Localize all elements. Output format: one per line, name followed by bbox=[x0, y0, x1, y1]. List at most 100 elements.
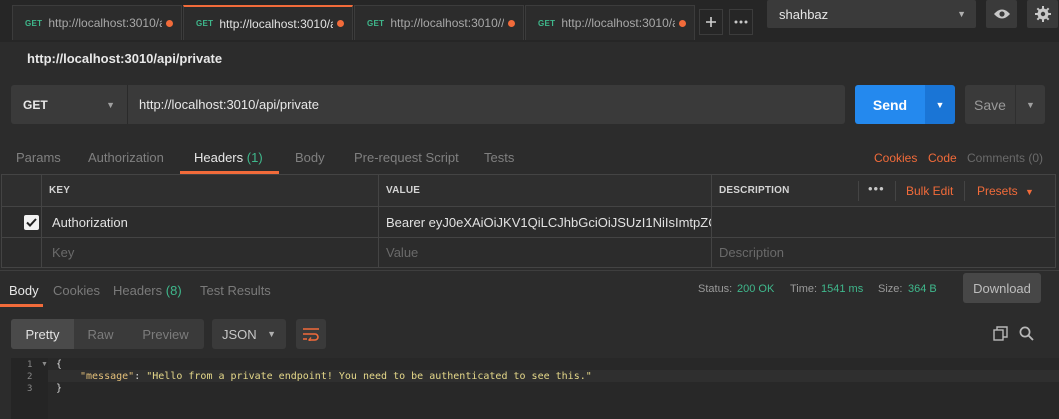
comments-link[interactable]: Comments (0) bbox=[967, 151, 1043, 165]
format-select[interactable]: JSON ▼ bbox=[212, 319, 286, 349]
presets-dropdown[interactable]: Presets ▼ bbox=[977, 184, 1034, 198]
more-dots-icon[interactable]: ••• bbox=[868, 181, 885, 196]
method-value: GET bbox=[23, 97, 48, 112]
line-number-gutter: 1 ▼ 2 3 bbox=[11, 358, 48, 419]
chevron-down-icon: ▼ bbox=[267, 329, 276, 339]
tab-headers[interactable]: Headers (1) bbox=[194, 150, 263, 165]
tab-url: http://localhost:3010/api/private bbox=[561, 16, 675, 30]
tab-url: http://localhost:3010/api/private bbox=[219, 16, 333, 31]
plus-icon bbox=[706, 17, 716, 27]
code-line: } bbox=[56, 383, 63, 394]
tab-options-button[interactable] bbox=[729, 9, 753, 35]
view-raw-button[interactable]: Raw bbox=[74, 319, 127, 349]
chevron-down-icon: ▼ bbox=[1026, 99, 1035, 110]
gear-icon bbox=[1034, 6, 1051, 22]
tab-params[interactable]: Params bbox=[16, 150, 61, 165]
environment-quick-look-button[interactable] bbox=[986, 0, 1017, 28]
active-tab-indicator bbox=[0, 304, 43, 307]
presets-label: Presets bbox=[977, 184, 1018, 198]
line-number: 3 bbox=[27, 384, 33, 394]
save-button[interactable]: Save bbox=[965, 85, 1015, 124]
view-preview-button[interactable]: Preview bbox=[127, 319, 204, 349]
tab-url: http://localhost:3010// bbox=[390, 16, 504, 30]
response-headers-count: (8) bbox=[165, 283, 182, 298]
format-value: JSON bbox=[222, 326, 257, 342]
tab-url: http://localhost:3010/api/private bbox=[48, 16, 162, 30]
response-tab-headers[interactable]: Headers (8) bbox=[113, 283, 182, 298]
copy-icon[interactable] bbox=[993, 326, 1008, 341]
search-icon[interactable] bbox=[1019, 326, 1034, 341]
line-number: 1 bbox=[27, 360, 33, 370]
response-headers-label: Headers bbox=[113, 283, 163, 298]
request-tab[interactable]: GET http://localhost:3010// bbox=[354, 5, 524, 40]
more-dots-icon bbox=[734, 20, 748, 24]
column-key-header: KEY bbox=[42, 175, 379, 206]
code-line: "message": "Hello from a private endpoin… bbox=[80, 371, 592, 382]
time-label: Time: bbox=[790, 283, 818, 295]
tab-headers-label: Headers bbox=[194, 150, 244, 165]
cookies-link[interactable]: Cookies bbox=[874, 151, 917, 165]
chevron-down-icon: ▼ bbox=[106, 99, 115, 110]
request-title: http://localhost:3010/api/private bbox=[27, 51, 223, 66]
unsaved-dot-icon bbox=[166, 19, 173, 27]
environment-settings-button[interactable] bbox=[1027, 0, 1058, 28]
new-key-input[interactable]: Key bbox=[42, 238, 379, 267]
response-divider bbox=[0, 270, 1059, 271]
environment-select[interactable]: shahbaz ▼ bbox=[767, 0, 976, 28]
json-colon: : bbox=[134, 371, 147, 382]
request-tab-active[interactable]: GET http://localhost:3010/api/private bbox=[183, 5, 353, 40]
fold-arrow-icon[interactable]: ▼ bbox=[41, 361, 48, 368]
new-value-input[interactable]: Value bbox=[379, 238, 712, 267]
wrap-lines-button[interactable] bbox=[296, 319, 326, 349]
chevron-down-icon: ▼ bbox=[957, 9, 966, 19]
headers-table: KEY VALUE DESCRIPTION ••• Bulk Edit Pres… bbox=[1, 174, 1056, 268]
column-value-header: VALUE bbox=[379, 175, 712, 206]
chevron-down-icon: ▼ bbox=[935, 99, 945, 110]
table-row: Authorization Bearer eyJ0eXAiOiJKV1QiLCJ… bbox=[2, 207, 1055, 238]
environment-name: shahbaz bbox=[779, 6, 829, 22]
new-description-input[interactable]: Description bbox=[712, 238, 1055, 267]
send-button[interactable]: Send bbox=[855, 85, 925, 124]
time-value: 1541 ms bbox=[821, 283, 864, 295]
url-value: http://localhost:3010/api/private bbox=[139, 97, 319, 112]
size-value: 364 B bbox=[908, 283, 937, 295]
unsaved-dot-icon bbox=[679, 19, 686, 27]
tab-tests[interactable]: Tests bbox=[484, 150, 514, 165]
header-value-field[interactable]: Bearer eyJ0eXAiOiJKV1QiLCJhbGciOiJSUzI1N… bbox=[379, 207, 712, 237]
send-options-button[interactable]: ▼ bbox=[925, 85, 955, 124]
table-header-row: KEY VALUE DESCRIPTION ••• Bulk Edit Pres… bbox=[2, 175, 1055, 207]
status-label: Status: bbox=[698, 283, 733, 295]
status-value: 200 OK bbox=[737, 283, 775, 295]
size-label: Size: bbox=[878, 283, 903, 295]
json-key: "message" bbox=[80, 371, 135, 382]
url-input[interactable]: http://localhost:3010/api/private bbox=[127, 85, 845, 124]
code-line: { bbox=[56, 359, 63, 370]
response-tab-cookies[interactable]: Cookies bbox=[53, 283, 100, 298]
response-tab-body[interactable]: Body bbox=[9, 283, 39, 298]
view-mode-toggle: Pretty Raw Preview bbox=[11, 319, 204, 349]
tab-authorization[interactable]: Authorization bbox=[88, 150, 164, 165]
save-options-button[interactable]: ▼ bbox=[1015, 85, 1045, 124]
tab-prerequest-script[interactable]: Pre-request Script bbox=[354, 150, 459, 165]
line-number: 2 bbox=[27, 372, 33, 382]
response-tab-test-results[interactable]: Test Results bbox=[200, 283, 271, 298]
tab-method: GET bbox=[25, 18, 43, 28]
tab-method: GET bbox=[196, 19, 214, 28]
new-tab-button[interactable] bbox=[699, 9, 723, 35]
tab-body[interactable]: Body bbox=[295, 150, 325, 165]
response-body-editor[interactable]: 1 ▼ 2 3 { "message": "Hello from a priva… bbox=[11, 358, 1059, 419]
view-pretty-button[interactable]: Pretty bbox=[11, 319, 74, 349]
checkmark-icon bbox=[26, 218, 37, 227]
header-description-field[interactable] bbox=[712, 207, 1055, 237]
request-tab[interactable]: GET http://localhost:3010/api/private bbox=[12, 5, 182, 40]
request-tab[interactable]: GET http://localhost:3010/api/private bbox=[525, 5, 695, 40]
headers-count: (1) bbox=[246, 150, 263, 165]
header-key-field[interactable]: Authorization bbox=[42, 207, 379, 237]
bulk-edit-link[interactable]: Bulk Edit bbox=[906, 184, 953, 198]
code-link[interactable]: Code bbox=[928, 151, 957, 165]
method-select[interactable]: GET ▼ bbox=[11, 85, 127, 124]
eye-icon bbox=[993, 9, 1010, 19]
header-enabled-checkbox[interactable] bbox=[24, 215, 39, 230]
download-button[interactable]: Download bbox=[963, 273, 1041, 303]
wrap-lines-icon bbox=[303, 328, 319, 341]
